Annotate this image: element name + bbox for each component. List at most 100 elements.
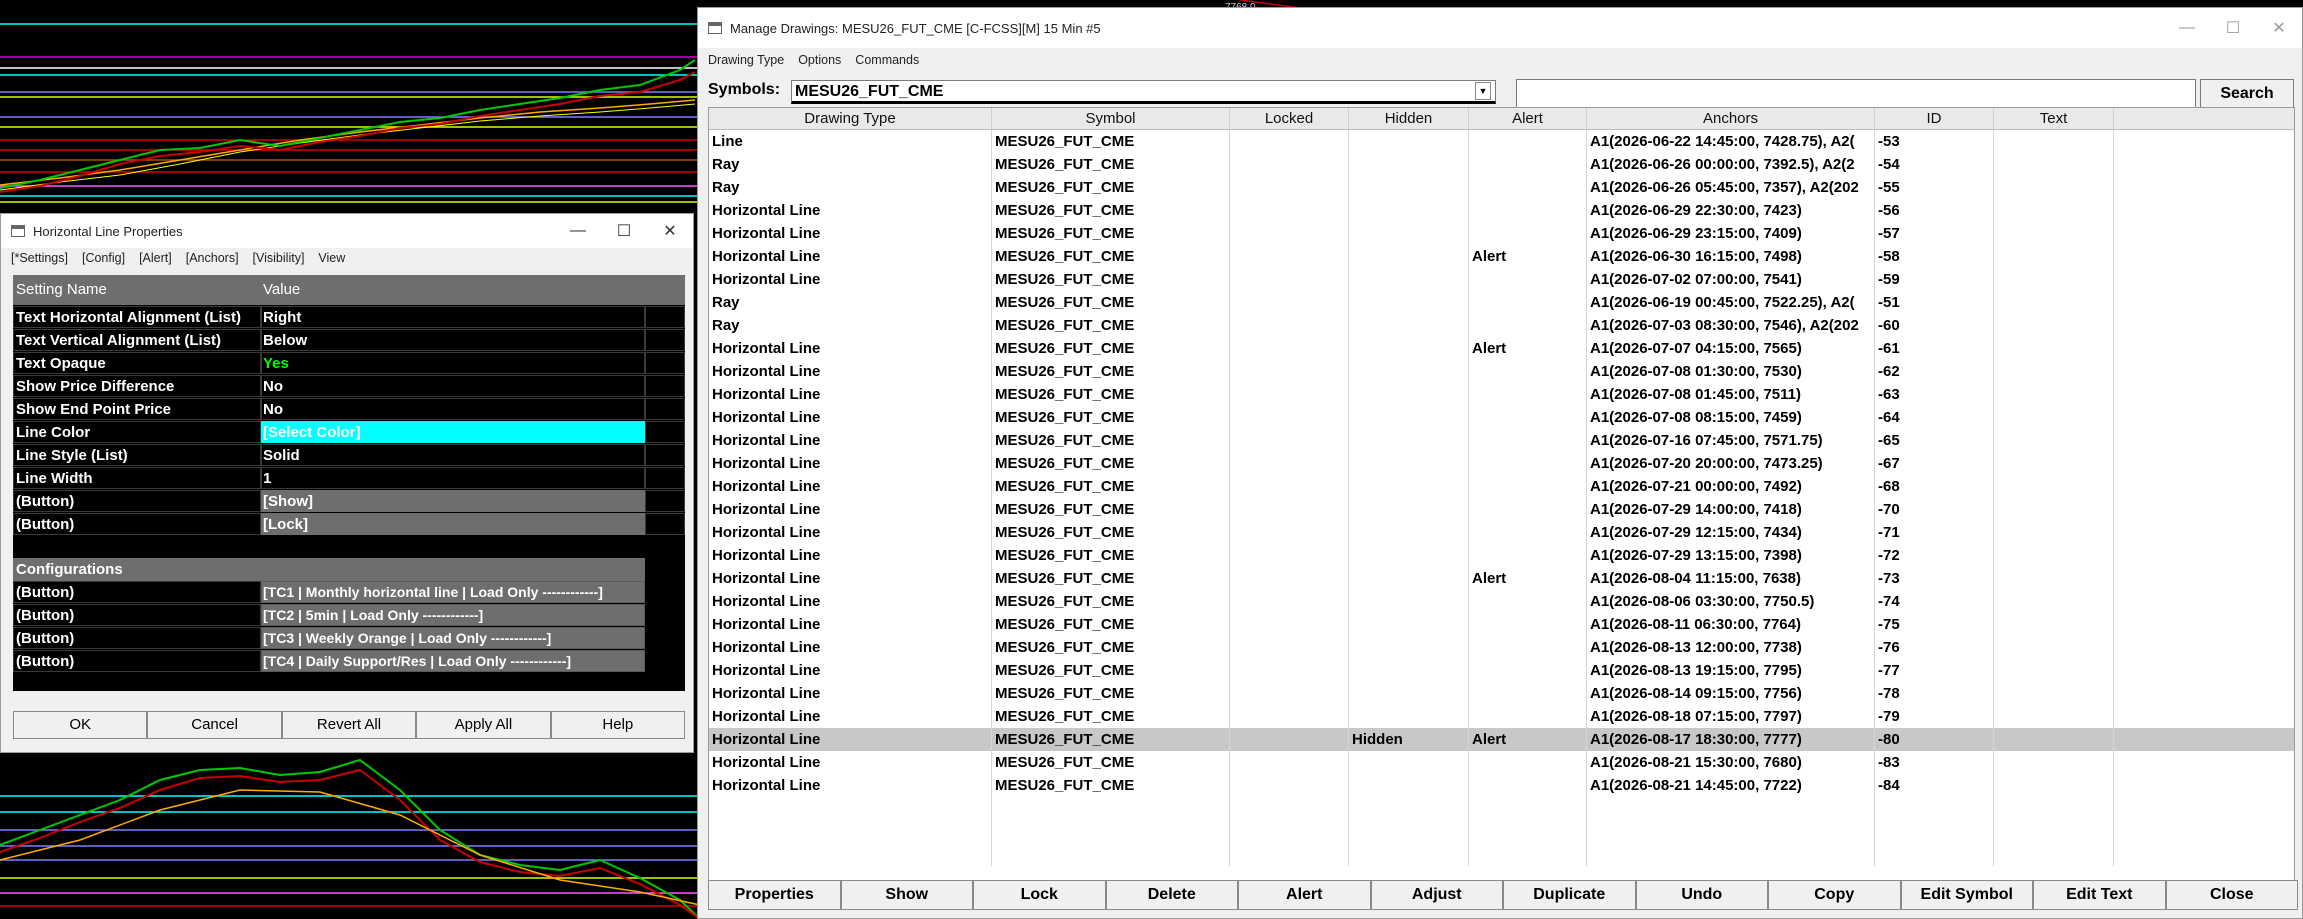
setting-button-bg[interactable]: [261, 490, 645, 512]
column-header-drawing-type[interactable]: Drawing Type: [709, 108, 992, 129]
setting-value[interactable]: [Show]: [263, 493, 313, 510]
tab-visibility[interactable]: [Visibility]: [253, 251, 305, 265]
setting-row[interactable]: Text Opaque Yes: [13, 352, 685, 375]
table-row[interactable]: Horizontal Line MESU26_FUT_CME A1(2026-06-…: [709, 222, 2294, 245]
table-row[interactable]: Horizontal Line MESU26_FUT_CME A1(2026-08-…: [709, 705, 2294, 728]
copy-button[interactable]: Copy: [1768, 880, 1901, 910]
menu-commands[interactable]: Commands: [855, 53, 919, 67]
tab-settings[interactable]: [*Settings]: [11, 251, 68, 265]
tab-view[interactable]: View: [318, 251, 345, 265]
table-row[interactable]: Horizontal Line MESU26_FUT_CME A1(2026-07-…: [709, 498, 2294, 521]
lock-button[interactable]: Lock: [973, 880, 1106, 910]
menu-drawing-type[interactable]: Drawing Type: [708, 53, 784, 67]
minimize-icon[interactable]: —: [555, 222, 601, 240]
chevron-down-icon[interactable]: ▼: [1475, 82, 1491, 100]
table-row[interactable]: Ray MESU26_FUT_CME A1(2026-06-19 00:45:00,…: [709, 291, 2294, 314]
cancel-button[interactable]: Cancel: [147, 711, 282, 739]
adjust-button[interactable]: Adjust: [1370, 880, 1503, 910]
column-header-hidden[interactable]: Hidden: [1349, 108, 1469, 129]
edit-symbol-button[interactable]: Edit Symbol: [1900, 880, 2033, 910]
maximize-icon[interactable]: ☐: [2210, 18, 2256, 38]
table-row[interactable]: Ray MESU26_FUT_CME A1(2026-07-03 08:30:00,…: [709, 314, 2294, 337]
setting-row[interactable]: Show End Point Price No: [13, 398, 685, 421]
table-row[interactable]: Horizontal Line MESU26_FUT_CME A1(2026-08-…: [709, 751, 2294, 774]
setting-row[interactable]: (Button) [Lock]: [13, 513, 685, 536]
config-value[interactable]: [TC2 | 5min | Load Only ------------]: [263, 607, 483, 623]
undo-button[interactable]: Undo: [1635, 880, 1768, 910]
table-row[interactable]: Horizontal Line MESU26_FUT_CME A1(2026-08-…: [709, 659, 2294, 682]
table-row[interactable]: Horizontal Line MESU26_FUT_CME Alert A1(202…: [709, 337, 2294, 360]
setting-value[interactable]: No: [263, 401, 283, 418]
close-icon[interactable]: ✕: [2256, 18, 2302, 38]
menu-options[interactable]: Options: [798, 53, 841, 67]
symbols-dropdown[interactable]: MESU26_FUT_CME ▼: [791, 80, 1496, 104]
table-row[interactable]: Horizontal Line MESU26_FUT_CME A1(2026-08-…: [709, 636, 2294, 659]
setting-row[interactable]: Line Width 1: [13, 467, 685, 490]
table-row[interactable]: Horizontal Line MESU26_FUT_CME A1(2026-07-…: [709, 268, 2294, 291]
configuration-row[interactable]: (Button) [TC1 | Monthly horizontal line |…: [13, 581, 685, 604]
table-row[interactable]: Horizontal Line MESU26_FUT_CME A1(2026-07-…: [709, 406, 2294, 429]
column-header-symbol[interactable]: Symbol: [992, 108, 1230, 129]
table-row[interactable]: Horizontal Line MESU26_FUT_CME Alert A1(202…: [709, 245, 2294, 268]
minimize-icon[interactable]: —: [2164, 19, 2210, 37]
config-value[interactable]: [TC3 | Weekly Orange | Load Only -------…: [263, 630, 551, 646]
table-row[interactable]: Horizontal Line MESU26_FUT_CME A1(2026-07-…: [709, 429, 2294, 452]
revert-all-button[interactable]: Revert All: [281, 711, 417, 739]
table-row[interactable]: Ray MESU26_FUT_CME A1(2026-06-26 05:45:00,…: [709, 176, 2294, 199]
tab-alert[interactable]: [Alert]: [139, 251, 172, 265]
ok-button[interactable]: OK: [13, 711, 148, 739]
column-header-alert[interactable]: Alert: [1469, 108, 1587, 129]
column-header-id[interactable]: ID: [1875, 108, 1994, 129]
table-row[interactable]: Horizontal Line MESU26_FUT_CME A1(2026-07-…: [709, 452, 2294, 475]
close-button[interactable]: Close: [2165, 880, 2298, 910]
table-row[interactable]: Horizontal Line MESU26_FUT_CME A1(2026-07-…: [709, 475, 2294, 498]
setting-value[interactable]: Below: [263, 332, 307, 349]
search-input[interactable]: [1516, 79, 2196, 109]
close-icon[interactable]: ✕: [647, 221, 693, 241]
table-row[interactable]: Horizontal Line MESU26_FUT_CME A1(2026-07-…: [709, 360, 2294, 383]
table-row[interactable]: Horizontal Line MESU26_FUT_CME A1(2026-07-…: [709, 383, 2294, 406]
delete-button[interactable]: Delete: [1105, 880, 1238, 910]
table-row[interactable]: Line MESU26_FUT_CME A1(2026-06-22 14:45:00…: [709, 130, 2294, 153]
alert-button[interactable]: Alert: [1238, 880, 1371, 910]
edit-text-button[interactable]: Edit Text: [2033, 880, 2166, 910]
setting-value[interactable]: [Select Color]: [263, 424, 361, 441]
setting-row[interactable]: Text Horizontal Alignment (List) Right: [13, 306, 685, 329]
setting-value[interactable]: [Lock]: [263, 516, 308, 533]
table-row[interactable]: Horizontal Line MESU26_FUT_CME Hidden Alert…: [709, 728, 2294, 751]
properties-button[interactable]: Properties: [708, 880, 841, 910]
help-button[interactable]: Help: [550, 711, 686, 739]
table-row[interactable]: Horizontal Line MESU26_FUT_CME A1(2026-07-…: [709, 544, 2294, 567]
table-row[interactable]: Ray MESU26_FUT_CME A1(2026-06-26 00:00:00,…: [709, 153, 2294, 176]
setting-value[interactable]: 1: [263, 470, 271, 487]
tab-anchors[interactable]: [Anchors]: [186, 251, 239, 265]
table-row[interactable]: Horizontal Line MESU26_FUT_CME A1(2026-07-…: [709, 521, 2294, 544]
table-row[interactable]: Horizontal Line MESU26_FUT_CME A1(2026-08-…: [709, 774, 2294, 797]
config-value[interactable]: [TC4 | Daily Support/Res | Load Only ---…: [263, 653, 571, 669]
tab-config[interactable]: [Config]: [82, 251, 125, 265]
setting-row[interactable]: Line Style (List) Solid: [13, 444, 685, 467]
column-header-anchors[interactable]: Anchors: [1587, 108, 1875, 129]
search-button[interactable]: Search: [2200, 79, 2294, 109]
column-header-locked[interactable]: Locked: [1230, 108, 1349, 129]
config-value[interactable]: [TC1 | Monthly horizontal line | Load On…: [263, 584, 603, 600]
setting-value[interactable]: Solid: [263, 447, 300, 464]
manage-titlebar[interactable]: Manage Drawings: MESU26_FUT_CME [C-FCSS]…: [698, 8, 2302, 48]
configuration-row[interactable]: (Button) [TC4 | Daily Support/Res | Load …: [13, 650, 685, 673]
setting-button-bg[interactable]: [261, 513, 645, 535]
table-row[interactable]: Horizontal Line MESU26_FUT_CME A1(2026-06-…: [709, 199, 2294, 222]
setting-value[interactable]: Yes: [263, 355, 289, 372]
setting-row[interactable]: Text Vertical Alignment (List) Below: [13, 329, 685, 352]
table-row[interactable]: Horizontal Line MESU26_FUT_CME A1(2026-08-…: [709, 613, 2294, 636]
setting-row[interactable]: Show Price Difference No: [13, 375, 685, 398]
table-row[interactable]: [709, 797, 2294, 820]
props-titlebar[interactable]: Horizontal Line Properties — ☐ ✕: [1, 214, 693, 248]
table-row[interactable]: Horizontal Line MESU26_FUT_CME Alert A1(202…: [709, 567, 2294, 590]
setting-value[interactable]: Right: [263, 309, 301, 326]
duplicate-button[interactable]: Duplicate: [1503, 880, 1636, 910]
table-row[interactable]: [709, 820, 2294, 843]
maximize-icon[interactable]: ☐: [601, 221, 647, 241]
setting-row[interactable]: Line Color [Select Color]: [13, 421, 685, 444]
setting-value[interactable]: No: [263, 378, 283, 395]
table-row[interactable]: [709, 843, 2294, 866]
